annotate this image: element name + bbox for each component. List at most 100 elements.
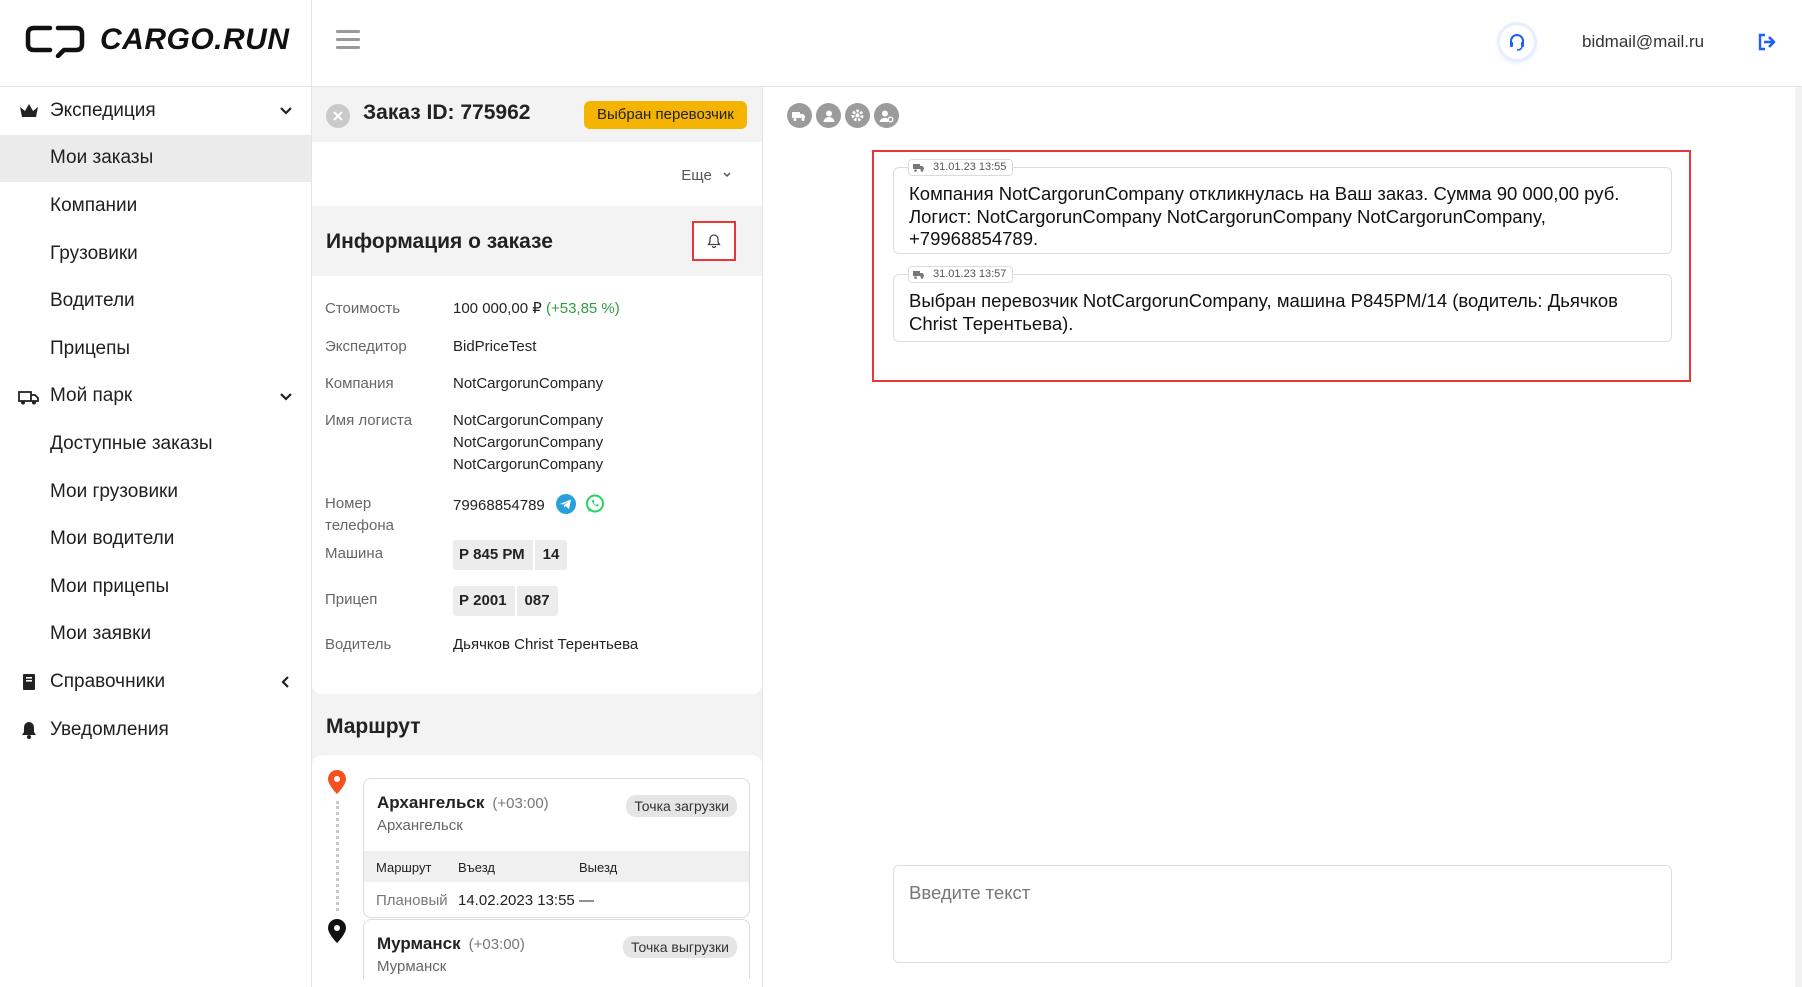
sidebar-item-my-orders[interactable]: Мои заказы [0, 134, 311, 183]
stop-type-badge: Точка загрузки [626, 795, 737, 817]
sidebar-item-label: Грузовики [50, 242, 138, 264]
field-label: Имя логиста [325, 412, 413, 429]
field-value: NotCargorunCompany NotCargorunCompany No… [453, 410, 753, 476]
field-label: Компания [325, 375, 394, 392]
sidebar-item-available-orders[interactable]: Доступные заказы [0, 420, 311, 468]
stop-address: Мурманск [377, 958, 447, 975]
chat-area: 31.01.23 13:55 Компания NotCargorunCompa… [763, 87, 1802, 987]
bell-icon [22, 721, 36, 739]
field-label: Водитель [325, 636, 392, 653]
message-filters [787, 103, 899, 128]
order-info-title: Информация о заказе [326, 230, 553, 253]
stop-city-name: Архангельск [377, 793, 485, 812]
field-value: NotCargorunCompany [453, 375, 604, 392]
logist-line: NotCargorunCompany [453, 456, 604, 473]
cost-value: 100 000,00 ₽ [453, 300, 542, 317]
plate-number: Р 845 РМ [459, 546, 525, 563]
sidebar-item-my-trucks[interactable]: Мои грузовики [0, 468, 311, 516]
field-label: Экспедитор [325, 338, 407, 355]
field-value: 79968854789 [453, 493, 753, 517]
message-text: Выбран перевозчик NotCargorunCompany, ма… [909, 290, 1618, 334]
order-info-card: Стоимость 100 000,00 ₽ (+53,85 %) Экспед… [312, 276, 762, 694]
plate-number: Р 2001 [459, 592, 507, 609]
truck-icon [913, 270, 924, 279]
chevron-down-icon[interactable] [279, 390, 293, 404]
stop-city: Мурманск (+03:00) [377, 934, 525, 954]
field-value: Дьячков Christ Терентьева [453, 636, 639, 653]
order-header: Заказ ID: 775962 Выбран перевозчик [312, 87, 762, 142]
telegram-icon[interactable] [555, 493, 577, 515]
stop-table-row: Плановый 14.02.2023 13:55 — [364, 882, 749, 917]
chat-message: 31.01.23 13:57 Выбран перевозчик NotCarg… [893, 266, 1672, 342]
sidebar-item-label: Справочники [50, 670, 166, 692]
logout-icon[interactable] [1756, 32, 1778, 52]
logo[interactable]: CARGO.RUN [24, 22, 290, 58]
field-label: Стоимость [325, 300, 401, 317]
truck-icon [913, 163, 924, 172]
user-email[interactable]: bidmail@mail.ru [1582, 32, 1704, 52]
route-stop[interactable]: Архангельск (+03:00) Архангельск Точка за… [363, 778, 750, 918]
order-panel: Заказ ID: 775962 Выбран перевозчик Еще И… [312, 87, 762, 987]
support-icon[interactable] [1500, 25, 1534, 59]
message-input-box [893, 865, 1672, 963]
sidebar-item-trailers[interactable]: Прицепы [0, 325, 311, 373]
phone-value[interactable]: 79968854789 [453, 497, 545, 514]
field-label: Номер телефона [325, 493, 445, 537]
stop-type-badge: Точка выгрузки [623, 936, 737, 958]
page-scrollbar[interactable] [1795, 87, 1802, 987]
chat-message: 31.01.23 13:55 Компания NotCargorunCompa… [893, 159, 1672, 254]
sidebar-item-expedition[interactable]: Экспедиция [0, 87, 311, 135]
stop-city: Архангельск (+03:00) [377, 793, 549, 813]
menu-toggle-icon[interactable] [336, 30, 360, 50]
field-value: Р 2001 087 [453, 586, 753, 616]
status-badge: Выбран перевозчик [584, 101, 747, 129]
crown-icon [20, 104, 38, 117]
trailer-plate: Р 2001 087 [453, 586, 558, 616]
truck-plate: Р 845 РМ 14 [453, 540, 568, 570]
app-root: CARGO.RUN bidmail@mail.ru Экспедиция Мои… [0, 0, 1802, 987]
row-label: Плановый [376, 892, 448, 909]
logo-mark-icon [25, 25, 85, 58]
book-icon [23, 674, 35, 691]
route-line [336, 801, 339, 911]
stop-timezone: (+03:00) [468, 936, 525, 953]
sidebar-item-drivers[interactable]: Водители [0, 277, 311, 325]
logist-line: NotCargorunCompany [453, 412, 604, 429]
sidebar-item-my-requests[interactable]: Мои заявки [0, 611, 311, 659]
sidebar-item-my-drivers[interactable]: Мои водители [0, 515, 311, 563]
sidebar-item-references[interactable]: Справочники [0, 658, 311, 706]
message-timestamp: 31.01.23 13:55 [908, 159, 1014, 176]
pin-icon [328, 770, 346, 794]
sidebar: Экспедиция Мои заказы Компании Грузовики… [0, 87, 311, 753]
chevron-down-icon[interactable] [279, 104, 293, 118]
cost-percent: (+53,85 %) [545, 300, 620, 317]
sidebar-item-notifications[interactable]: Уведомления [0, 706, 311, 754]
gear-filter-icon[interactable] [845, 103, 870, 128]
route-title: Маршрут [326, 715, 421, 738]
logo-text: CARGO.RUN [100, 23, 290, 56]
sidebar-item-label: Мои прицепы [50, 575, 170, 597]
truck-filter-icon[interactable] [787, 103, 812, 128]
message-text: Компания NotCargorunCompany откликнулась… [909, 183, 1620, 249]
message-time-text: 31.01.23 13:55 [933, 161, 1007, 173]
sidebar-item-my-fleet[interactable]: Мой парк [0, 373, 311, 421]
col-in: Въезд [458, 860, 496, 875]
route-card: Архангельск (+03:00) Архангельск Точка за… [312, 755, 762, 987]
sidebar-item-companies[interactable]: Компании [0, 182, 311, 230]
chevron-left-icon[interactable] [279, 675, 293, 689]
user-settings-filter-icon[interactable] [874, 103, 899, 128]
sidebar-item-trucks[interactable]: Грузовики [0, 230, 311, 278]
route-stop[interactable]: Мурманск (+03:00) Мурманск Точка выгрузки [363, 919, 750, 979]
sidebar-item-my-trailers[interactable]: Мои прицепы [0, 563, 311, 611]
close-order-button[interactable] [326, 104, 350, 128]
phone-label-line: телефона [325, 517, 394, 534]
sidebar-item-label: Водители [50, 290, 135, 312]
sidebar-item-label: Экспедиция [50, 99, 156, 121]
notify-button[interactable] [692, 221, 736, 261]
sidebar-item-label: Компании [50, 194, 138, 216]
more-dropdown[interactable]: Еще [681, 167, 732, 184]
chevron-down-icon [723, 172, 731, 178]
message-input[interactable] [894, 866, 1671, 962]
whatsapp-icon[interactable] [584, 493, 606, 515]
user-filter-icon[interactable] [816, 103, 841, 128]
